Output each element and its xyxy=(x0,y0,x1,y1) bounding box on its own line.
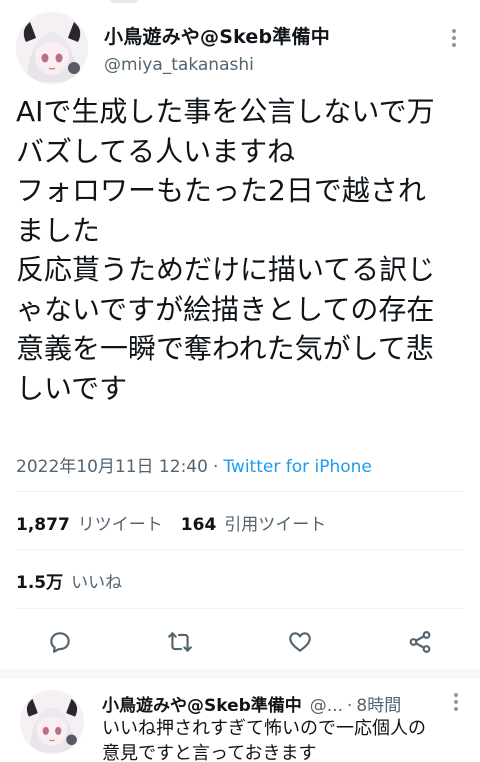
share-icon xyxy=(409,631,431,653)
tweet-timestamp[interactable]: 2022年10月11日 12:40 xyxy=(16,457,208,477)
avatar[interactable] xyxy=(16,12,88,84)
previous-tweet-remnant xyxy=(110,0,138,3)
thread-separator xyxy=(0,670,480,678)
reply-author-name[interactable]: 小鳥遊みや@Skeb準備中 xyxy=(102,696,302,716)
reply-author-handle[interactable]: @... xyxy=(310,696,343,716)
tweet-source-link[interactable]: Twitter for iPhone xyxy=(223,457,372,477)
retweets-label: リツイート xyxy=(77,515,163,535)
tweet-text-line: ゃないですが絵描きとしての存在 xyxy=(16,292,435,326)
tweet-meta: 2022年10月11日 12:40 · Twitter for iPhone xyxy=(16,452,372,477)
action-bar xyxy=(0,620,480,664)
likes-stat[interactable]: 1.5万 いいね xyxy=(16,568,122,593)
avatar-illustration xyxy=(20,690,84,754)
reply-avatar[interactable] xyxy=(20,690,84,754)
retweet-stats: 1,877 リツイート 164 引用ツイート xyxy=(16,510,326,535)
retweet-button[interactable] xyxy=(162,624,198,660)
reply-text-line: 意見ですと言っておきます xyxy=(102,743,317,762)
retweets-count: 1,877 xyxy=(16,515,70,535)
tweet-text-line: 意義を一瞬で奪われた気がして悲 xyxy=(16,332,434,365)
author-name[interactable]: 小鳥遊みや@Skeb準備中 xyxy=(104,22,330,49)
likes-count: 1.5万 xyxy=(16,573,64,593)
reply-button[interactable] xyxy=(42,624,78,660)
reply-text: いいね押されすぎて怖いので一応個人の 意見ですと言っておきます xyxy=(102,716,472,762)
tweet-text-line: AIで生成した事を公言しないで万 xyxy=(16,95,435,128)
divider xyxy=(16,491,464,492)
like-button[interactable] xyxy=(282,624,318,660)
tweet-text-line: 反応貰うためだけに描いてる訳じ xyxy=(16,253,436,286)
avatar-illustration xyxy=(16,12,88,84)
reply-header: 小鳥遊みや@Skeb準備中 @... · 8時間 xyxy=(102,691,401,716)
tweet-text-line: フォロワーもたった2日で越され xyxy=(16,174,426,207)
tweet-text-line: バズしてる人いますね xyxy=(16,134,296,168)
reply-time[interactable]: 8時間 xyxy=(356,696,401,716)
retweet-icon xyxy=(168,632,192,652)
tweet-text-line: しいです xyxy=(16,371,128,405)
meta-separator: · xyxy=(212,457,219,477)
quotes-label: 引用ツイート xyxy=(224,515,327,535)
divider xyxy=(16,549,464,550)
like-icon xyxy=(289,632,311,652)
share-button[interactable] xyxy=(402,624,438,660)
tweet-text: AIで生成した事を公言しないで万 バズしてる人いますね フォロワーもたった2日で… xyxy=(16,92,466,408)
reply-text-line: いいね押されすぎて怖いので一応個人の xyxy=(102,718,426,739)
reply-separator: · xyxy=(347,696,353,716)
retweets-stat[interactable]: 1,877 リツイート xyxy=(16,515,163,535)
quotes-stat[interactable]: 164 引用ツイート xyxy=(181,515,327,535)
reply-icon xyxy=(50,632,70,653)
reply-more-options-icon[interactable] xyxy=(446,690,466,714)
author-handle[interactable]: @miya_takanashi xyxy=(104,55,254,75)
tweet-text-line: ました xyxy=(16,213,101,247)
top-edge xyxy=(0,0,480,8)
more-options-icon[interactable] xyxy=(444,26,464,50)
divider xyxy=(16,608,464,609)
quotes-count: 164 xyxy=(180,515,217,535)
likes-label: いいね xyxy=(71,573,123,593)
